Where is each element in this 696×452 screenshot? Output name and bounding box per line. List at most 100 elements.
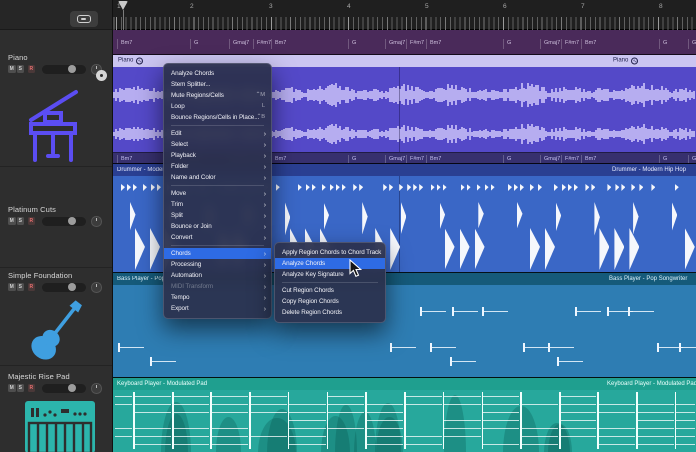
sustain-line (328, 428, 364, 429)
chord-gmaj7[interactable]: Gmaj7 (385, 39, 405, 49)
sustain-line (676, 412, 695, 413)
chord-g[interactable]: G (348, 39, 356, 49)
sustain-line (135, 444, 172, 445)
menu-item-mute-regions-cells[interactable]: Mute Regions/Cells⌃M (164, 90, 271, 101)
menu-item-loop[interactable]: LoopL (164, 101, 271, 112)
region-name-right: Keyboard Player - Modulated Pad (607, 381, 696, 387)
menu-item-split[interactable]: Split› (164, 210, 271, 221)
menu-item-apply-region-chords-to-chord-track[interactable]: Apply Region Chords to Chord Track (275, 247, 385, 258)
chord-f-m7[interactable]: F#m7 (253, 39, 271, 49)
mute-button[interactable]: M (8, 283, 16, 291)
chord-bm7[interactable]: Bm7 (581, 39, 596, 49)
track-power-button[interactable] (96, 70, 107, 81)
chord-gmaj7[interactable]: Gmaj7 (229, 39, 249, 49)
menu-item-trim[interactable]: Trim› (164, 199, 271, 210)
submenu-arrow-icon: › (264, 221, 266, 232)
solo-button[interactable]: S (17, 217, 25, 225)
volume-knob[interactable] (68, 217, 76, 225)
drum-hit (556, 202, 562, 232)
volume-knob[interactable] (68, 65, 76, 73)
menu-item-analyze-key-signature[interactable]: Analyze Key Signature (275, 269, 385, 280)
volume-slider[interactable] (42, 384, 86, 393)
submenu-arrow-icon: › (264, 161, 266, 172)
drum-hit (135, 228, 145, 270)
menu-item-label: MIDI Transform (171, 283, 213, 290)
menu-item-playback[interactable]: Playback› (164, 150, 271, 161)
region-lane-keys[interactable]: Keyboard Player - Modulated Pad Keyboard… (113, 377, 696, 452)
mute-button[interactable]: M (8, 384, 16, 392)
sustain-line (483, 420, 519, 421)
record-enable-button[interactable]: R (28, 217, 36, 225)
pan-knob[interactable] (91, 282, 102, 293)
bar-ruler[interactable]: 12345678 (113, 0, 696, 30)
menu-item-stem-splitter[interactable]: Stem Splitter... (164, 79, 271, 90)
pan-knob[interactable] (91, 216, 102, 227)
menu-item-convert[interactable]: Convert› (164, 232, 271, 243)
chord-bm7[interactable]: Bm7 (271, 39, 286, 49)
note-attack (172, 392, 174, 449)
chord-g[interactable]: G (503, 39, 511, 49)
bass-note (548, 343, 575, 352)
volume-slider[interactable] (42, 283, 86, 292)
mute-button[interactable]: M (8, 217, 16, 225)
menu-item-chords[interactable]: Chords› (164, 248, 271, 259)
mute-button[interactable]: M (8, 65, 16, 73)
chord-g[interactable]: G (190, 39, 198, 49)
menu-item-edit[interactable]: Edit› (164, 128, 271, 139)
menu-item-folder[interactable]: Folder› (164, 161, 271, 172)
sustain-line (174, 404, 210, 405)
track-name: Majestic Rise Pad (8, 372, 70, 381)
menu-item-name-and-color[interactable]: Name and Color› (164, 172, 271, 183)
menu-item-select[interactable]: Select› (164, 139, 271, 150)
menu-item-export[interactable]: Export› (164, 303, 271, 314)
bar-number-8: 8 (659, 3, 663, 10)
region-name-right: Drummer - Modern Hip Hop (612, 167, 686, 173)
record-enable-button[interactable]: R (28, 283, 36, 291)
menu-item-processing[interactable]: Processing› (164, 259, 271, 270)
sustain-line (522, 404, 559, 405)
sustain-line (676, 404, 695, 405)
chord-g[interactable]: G (659, 39, 667, 49)
chord-gmaj7[interactable]: Gmaj7 (688, 39, 696, 49)
chord-gmaj7[interactable]: Gmaj7 (540, 39, 560, 49)
submenu-arrow-icon: › (264, 139, 266, 150)
keys-region[interactable] (113, 390, 696, 452)
sustain-line (251, 412, 287, 413)
track-header-config-button[interactable] (70, 11, 98, 27)
drum-hit (530, 228, 540, 270)
sustain-line (483, 428, 519, 429)
global-chord-track[interactable]: Bm7GGmaj7F#m7Bm7GGmaj7F#m7Bm7GGmaj7F#m7B… (113, 30, 696, 55)
chord-bm7[interactable]: Bm7 (117, 39, 132, 49)
record-enable-button[interactable]: R (28, 65, 36, 73)
drum-hit (491, 184, 495, 191)
menu-item-analyze-chords[interactable]: Analyze Chords (275, 258, 385, 269)
solo-button[interactable]: S (17, 283, 25, 291)
volume-slider[interactable] (42, 65, 86, 74)
menu-item-delete-region-chords[interactable]: Delete Region Chords (275, 307, 385, 318)
menu-item-bounce-regions-cells-in-place[interactable]: Bounce Regions/Cells in Place...⌃B (164, 112, 271, 123)
pan-knob[interactable] (91, 383, 102, 394)
sustain-line (676, 428, 695, 429)
menu-item-tempo[interactable]: Tempo› (164, 292, 271, 303)
sustain-line (135, 412, 172, 413)
menu-item-automation[interactable]: Automation› (164, 270, 271, 281)
chord-bm7[interactable]: Bm7 (426, 39, 441, 49)
sustain-line (522, 444, 559, 445)
solo-button[interactable]: S (17, 384, 25, 392)
solo-button[interactable]: S (17, 65, 25, 73)
volume-knob[interactable] (68, 384, 76, 392)
menu-item-copy-region-chords[interactable]: Copy Region Chords (275, 296, 385, 307)
menu-item-cut-region-chords[interactable]: Cut Region Chords (275, 285, 385, 296)
volume-slider[interactable] (42, 217, 86, 226)
bar-number-5: 5 (425, 3, 429, 10)
record-enable-button[interactable]: R (28, 384, 36, 392)
keys-region-header[interactable]: Keyboard Player - Modulated Pad Keyboard… (113, 378, 696, 390)
chord-f-m7[interactable]: F#m7 (406, 39, 424, 49)
chord-f-m7[interactable]: F#m7 (561, 39, 579, 49)
menu-item-analyze-chords[interactable]: Analyze Chords (164, 68, 271, 79)
drum-hit (342, 184, 346, 191)
menu-item-bounce-or-join[interactable]: Bounce or Join› (164, 221, 271, 232)
volume-knob[interactable] (68, 283, 76, 291)
menu-item-move[interactable]: Move› (164, 188, 271, 199)
sustain-line (599, 436, 636, 437)
